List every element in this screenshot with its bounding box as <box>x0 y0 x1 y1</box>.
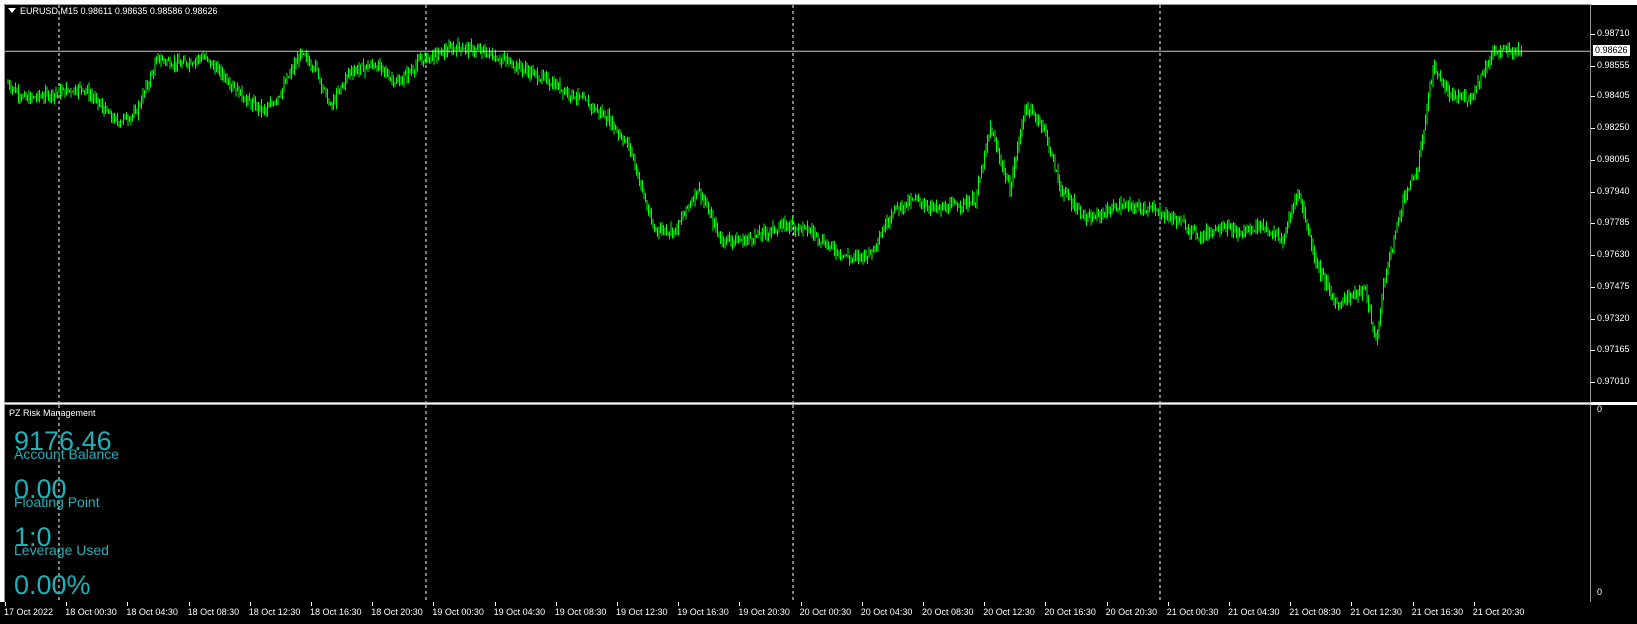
indicator-title: PZ Risk Management <box>9 408 96 418</box>
time-tick <box>984 602 986 606</box>
time-label: 19 Oct 12:30 <box>616 607 668 617</box>
time-tick <box>617 602 618 606</box>
leverage-label: Leverage Used <box>14 542 109 558</box>
time-tick <box>188 602 190 606</box>
price-tick <box>1591 128 1595 130</box>
price-label: 0.97630 <box>1597 249 1630 260</box>
time-label: 19 Oct 20:30 <box>738 607 790 617</box>
time-tick <box>66 602 68 606</box>
time-tick <box>1229 602 1230 606</box>
time-label: 18 Oct 16:30 <box>310 607 362 617</box>
symbol-header[interactable]: EURUSD,M15 0.98611 0.98635 0.98586 0.986… <box>8 6 217 16</box>
symbol-info: EURUSD,M15 0.98611 0.98635 0.98586 0.986… <box>20 6 218 16</box>
time-tick <box>923 602 924 606</box>
dropdown-triangle-icon[interactable] <box>8 8 16 13</box>
time-label: 19 Oct 04:30 <box>493 607 546 617</box>
time-label: 18 Oct 12:30 <box>248 607 301 617</box>
price-tick <box>1591 382 1595 383</box>
time-label: 21 Oct 16:30 <box>1411 607 1464 617</box>
time-tick <box>1473 602 1475 606</box>
time-label: 21 Oct 04:30 <box>1228 607 1280 617</box>
time-tick <box>1290 602 1292 606</box>
time-tick <box>555 602 557 606</box>
time-tick <box>249 602 251 606</box>
price-label: 0.98555 <box>1597 59 1630 70</box>
time-tick <box>861 602 863 606</box>
price-label: 0.97940 <box>1597 185 1630 196</box>
price-label: 0.97475 <box>1597 280 1630 291</box>
price-tick <box>1591 318 1595 320</box>
floating-point-label: Floating Point <box>14 494 100 510</box>
candlestick-chart[interactable] <box>5 5 1590 402</box>
candles <box>7 37 1522 346</box>
indicator-scale-top: 0 <box>1597 404 1603 414</box>
time-tick <box>127 602 129 606</box>
time-tick <box>1412 602 1414 606</box>
time-label: 20 Oct 20:30 <box>1105 607 1158 617</box>
indicator-axis[interactable]: 0 0 <box>1591 404 1637 602</box>
time-tick <box>1167 602 1169 606</box>
price-label: 0.98710 <box>1597 28 1630 38</box>
time-label: 19 Oct 16:30 <box>677 607 729 617</box>
time-label: 20 Oct 16:30 <box>1044 607 1096 617</box>
time-label: 21 Oct 12:30 <box>1350 607 1402 617</box>
time-axis[interactable]: 17 Oct 2022 18 Oct 00:30 18 Oct 04:30 18 Oc… <box>0 602 1637 624</box>
time-label: 18 Oct 00:30 <box>65 607 117 617</box>
price-axis[interactable]: 0.98710 0.98555 0.98405 0.98250 0.98095 0.979… <box>1591 5 1637 402</box>
account-balance-label: Account Balance <box>14 446 120 462</box>
risk-value: 0.00% <box>14 570 91 600</box>
indicator-grid <box>58 405 1161 602</box>
time-label: 20 Oct 08:30 <box>922 607 974 617</box>
price-label: 0.98250 <box>1597 122 1630 133</box>
time-tick <box>678 602 680 606</box>
terminal-chart-window: EURUSD,M15 0.98611 0.98635 0.98586 0.986… <box>0 0 1637 624</box>
time-tick <box>800 602 802 606</box>
current-price-tag: 0.98626 <box>1593 45 1630 57</box>
price-chart-pane[interactable]: EURUSD,M15 0.98611 0.98635 0.98586 0.986… <box>4 4 1591 403</box>
time-tick <box>1106 602 1108 606</box>
price-tick <box>1591 255 1595 257</box>
time-label: 19 Oct 08:30 <box>554 607 607 617</box>
time-label: 18 Oct 08:30 <box>187 607 240 617</box>
price-tick <box>1591 34 1595 35</box>
price-label: 0.97320 <box>1597 312 1630 323</box>
time-tick <box>739 602 741 606</box>
price-tick <box>1591 286 1595 288</box>
time-tick <box>311 602 312 606</box>
price-tick <box>1591 350 1595 352</box>
time-tick <box>494 602 496 606</box>
time-label: 19 Oct 00:30 <box>432 607 484 617</box>
time-label: 20 Oct 12:30 <box>983 607 1035 617</box>
price-tick <box>1591 223 1595 225</box>
price-tick <box>1591 159 1595 161</box>
time-label: 21 Oct 00:30 <box>1166 607 1219 617</box>
time-label: 21 Oct 08:30 <box>1289 607 1341 617</box>
price-tick <box>1591 96 1595 98</box>
time-label: 18 Oct 04:30 <box>126 607 178 617</box>
time-label: 21 Oct 20:30 <box>1472 607 1525 617</box>
time-tick <box>5 602 6 606</box>
time-tick <box>372 602 374 606</box>
price-label: 0.98095 <box>1597 153 1630 164</box>
price-label: 0.97785 <box>1597 217 1630 228</box>
price-label: 0.97165 <box>1597 344 1630 355</box>
time-label: 18 Oct 20:30 <box>371 607 423 617</box>
time-label: 20 Oct 04:30 <box>860 607 913 617</box>
price-label: 0.98405 <box>1597 90 1630 101</box>
price-tick <box>1591 191 1595 193</box>
price-label: 0.97010 <box>1597 376 1630 386</box>
indicator-pane[interactable]: PZ Risk Management 9176.46 Account Balan… <box>4 404 1591 603</box>
time-tick <box>433 602 435 606</box>
price-tick <box>1591 65 1595 67</box>
time-label: 20 Oct 00:30 <box>799 607 852 617</box>
time-tick <box>1045 602 1047 606</box>
indicator-scale-bottom: 0 <box>1597 587 1603 597</box>
time-tick <box>1351 602 1353 606</box>
time-label: 17 Oct 2022 <box>4 607 54 617</box>
